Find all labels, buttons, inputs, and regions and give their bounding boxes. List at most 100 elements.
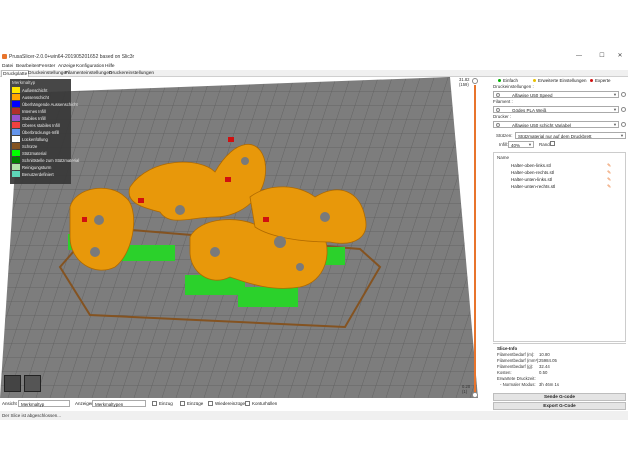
object-name: Halter-unten-rechts.stl — [511, 184, 556, 189]
maximize-button[interactable]: ☐ — [595, 52, 609, 61]
menu-file[interactable]: Datei — [2, 64, 13, 69]
show-label: Anzeigen — [75, 401, 94, 406]
view-label: Ansicht — [2, 401, 17, 406]
mode-advanced[interactable]: Erweiterte Einstellungen — [533, 78, 587, 83]
legend-label: Benutzerdefiniert — [22, 171, 54, 177]
filament-gear-icon[interactable] — [621, 107, 626, 112]
unretractions-label: Wiedereinzüge — [215, 401, 246, 406]
mode-advanced-label: Erweiterte Einstellungen — [538, 78, 587, 83]
send-gcode-button[interactable]: Sende G-code — [493, 393, 626, 401]
view-type-combo[interactable]: Merkmaltyp — [18, 400, 70, 407]
legend-swatch — [12, 150, 20, 156]
layers-view-icon[interactable] — [24, 375, 41, 392]
edit-icon[interactable]: ✎ — [607, 184, 611, 190]
legend-label: Oberes stabiles Infill — [22, 122, 60, 128]
object-name: Halter-oben-rechts.stl — [511, 170, 555, 175]
supports-combo[interactable]: Stützmaterial nur auf dem Druckbrett ▼ — [515, 132, 626, 139]
filament-color-icon — [496, 108, 500, 112]
filament-value: Gödes PLA Weiß — [512, 107, 547, 113]
unretractions-checkbox[interactable] — [208, 401, 213, 406]
layer-slider-track[interactable] — [474, 85, 476, 393]
legend-item: Lückenfüllung — [12, 136, 70, 142]
legend-item: Stützmaterial — [12, 150, 70, 156]
view-cube-icon[interactable] — [4, 375, 21, 392]
legend-item: Überbrückungs-Infill — [12, 129, 70, 135]
list-item[interactable]: Halter-oben-rechts.stl ✎ — [494, 169, 625, 176]
preset-flag-icon — [496, 93, 500, 97]
object-name: Halter-oben-links.stl — [511, 163, 551, 168]
legend-label: Schnittstelle zum Stützmaterial — [22, 157, 80, 163]
close-button[interactable]: ✕ — [613, 52, 627, 61]
tab-printer-settings[interactable]: Druckereinstellungen — [108, 70, 155, 77]
menu-configuration[interactable]: Konfiguration — [76, 64, 104, 69]
list-item[interactable]: Halter-oben-links.stl ✎ — [494, 162, 625, 169]
slice-info-value: 0.50 — [539, 370, 548, 375]
mode-simple[interactable]: Einfach — [498, 78, 518, 83]
status-text: Der Slice ist abgeschlossen... — [2, 413, 62, 418]
sidebar: Einfach Erweiterte Einstellungen Experte… — [481, 77, 628, 411]
print-settings-value: Alfawise U50 Speed — [512, 92, 553, 98]
travel-checkbox[interactable] — [152, 401, 157, 406]
list-item[interactable]: Halter-unten-rechts.stl ✎ — [494, 183, 625, 190]
legend-swatch — [12, 171, 20, 177]
mode-advanced-dot-icon — [533, 79, 536, 83]
supports-value: Stützmaterial nur auf dem Druckbrett — [518, 133, 592, 139]
menu-bar: Datei Bearbeiten Fenster Anzeige Konfigu… — [0, 63, 628, 70]
menu-edit[interactable]: Bearbeiten — [16, 64, 39, 69]
title-bar: PrusaSlicer-2.0.0+win64-201905201652 bas… — [0, 51, 628, 63]
window-title: PrusaSlicer-2.0.0+win64-201905201652 bas… — [9, 54, 135, 60]
chevron-down-icon: ▼ — [528, 142, 532, 147]
layer-top-handle[interactable] — [472, 78, 478, 84]
minimize-button[interactable]: — — [572, 52, 586, 61]
legend-swatch — [12, 87, 20, 93]
legend-title: Merkmaltyp — [12, 80, 36, 85]
legend-panel: Merkmaltyp Außenschicht Aussenschicht Üb… — [10, 79, 79, 184]
printer-combo[interactable]: Alfawise U50 schicht Variabel ▼ — [493, 121, 619, 128]
slice-info-value: 32.44 — [539, 364, 550, 369]
mode-simple-dot-icon — [498, 79, 501, 83]
legend-item: Stabiles Infill — [12, 115, 70, 121]
print-settings-gear-icon[interactable] — [621, 92, 626, 97]
legend-label: Stützmaterial — [22, 150, 47, 156]
slice-info-key: - Normaler Modus: — [500, 382, 536, 387]
layer-top-label: 31.82 (159) — [459, 77, 469, 87]
retractions-label: Einzüge — [187, 401, 204, 406]
menu-help[interactable]: Hilfe — [105, 64, 115, 69]
retractions-checkbox[interactable] — [180, 401, 185, 406]
legend-label: Lückenfüllung — [22, 136, 48, 142]
list-item[interactable]: Halter-unten-links.stl ✎ — [494, 176, 625, 183]
filament-combo[interactable]: Gödes PLA Weiß ▼ — [493, 106, 619, 113]
mode-expert[interactable]: Experte — [590, 78, 611, 83]
infill-combo[interactable]: 40% ▼ — [508, 141, 534, 148]
legend-item: Schnittstelle zum Stützmaterial — [12, 157, 79, 163]
slice-info-value: 10.80 — [539, 352, 550, 357]
print-settings-combo[interactable]: Alfawise U50 Speed ▼ — [493, 91, 619, 98]
tab-filament-settings[interactable]: Filamenteinstellungen — [64, 70, 113, 77]
legend-swatch — [12, 164, 20, 170]
shells-checkbox[interactable] — [245, 401, 250, 406]
menu-view[interactable]: Anzeige — [58, 64, 75, 69]
export-gcode-button[interactable]: Export G-Code — [493, 402, 626, 410]
tab-plater[interactable]: Druckplatte — [1, 70, 30, 77]
legend-swatch — [12, 157, 20, 163]
supports-label: Stützen: — [496, 133, 513, 138]
layer-top-index: (159) — [459, 82, 469, 87]
printer-gear-icon[interactable] — [621, 122, 626, 127]
slice-info-key: Filamentbedarf (g): — [497, 364, 534, 369]
preview-toolbar: Ansicht Merkmaltyp Anzeigen Merkmaltypen… — [0, 398, 481, 410]
status-bar: Der Slice ist abgeschlossen... — [0, 411, 628, 420]
mode-expert-label: Experte — [595, 78, 611, 83]
slice-info-key: Filamentbedarf (mm³): — [497, 358, 540, 363]
legend-label: Überbrückungs-Infill — [22, 129, 60, 135]
slice-info-panel: Slice-Info Filamentbedarf (m): 10.80 Fila… — [493, 343, 626, 391]
3d-viewport[interactable]: Merkmaltyp Außenschicht Aussenschicht Üb… — [0, 77, 478, 398]
layer-slider[interactable]: 31.82 (159) 0.20 (1) — [456, 77, 478, 398]
print-settings-label: Druckeinstellungen : — [493, 84, 534, 89]
brim-checkbox[interactable] — [550, 141, 555, 146]
show-features-combo[interactable]: Merkmaltypen — [92, 400, 146, 407]
menu-window[interactable]: Fenster — [39, 64, 55, 69]
filament-label: Filament : — [493, 99, 513, 104]
legend-label: Überhängende Aussenschicht — [22, 101, 78, 107]
legend-item: Reinigungsturm — [12, 164, 70, 170]
travel-label: Einzug — [159, 401, 173, 406]
